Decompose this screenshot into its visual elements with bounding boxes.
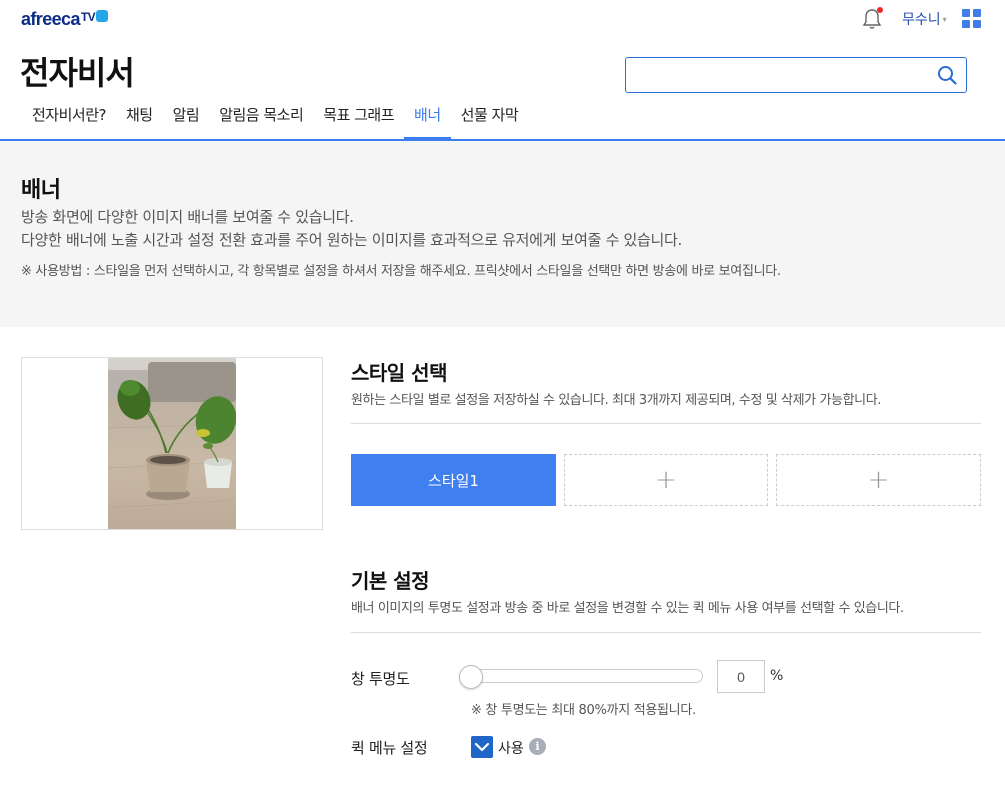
tv-badge-icon — [96, 9, 108, 22]
banner-preview-image — [108, 358, 236, 529]
opacity-value-input[interactable] — [717, 660, 765, 693]
tab-alert-voice[interactable]: 알림음 목소리 — [209, 100, 313, 140]
top-bar: afreeca TV 무수니 ▾ — [0, 0, 1005, 40]
logo-tv-text: TV — [80, 9, 96, 24]
basic-section-title: 기본 설정 — [351, 569, 430, 593]
notification-bell-icon[interactable] — [862, 7, 883, 30]
tab-goal-graph[interactable]: 목표 그래프 — [313, 100, 404, 140]
basic-section-divider — [351, 632, 981, 633]
intro-desc-1: 방송 화면에 다양한 이미지 배너를 보여줄 수 있습니다. — [21, 208, 354, 226]
tab-banner[interactable]: 배너 — [404, 100, 451, 140]
app-grid-icon[interactable] — [962, 9, 981, 28]
intro-usage-note: ※ 사용방법 : 스타일을 먼저 선택하시고, 각 항목별로 설정을 하셔서 저… — [21, 264, 781, 279]
plus-icon: + — [655, 465, 677, 495]
page-title: 전자비서 — [20, 54, 135, 92]
quick-menu-use-label[interactable]: 사용 — [498, 738, 524, 758]
tab-chat[interactable]: 채팅 — [116, 100, 163, 140]
add-style-button-2[interactable]: + — [564, 454, 768, 506]
logo-text: afreeca — [21, 9, 80, 29]
tab-alert[interactable]: 알림 — [163, 100, 210, 140]
intro-panel: 배너 방송 화면에 다양한 이미지 배너를 보여줄 수 있습니다. 다양한 배너… — [0, 141, 1005, 327]
style-section-divider — [351, 423, 981, 424]
opacity-slider-handle[interactable] — [459, 665, 483, 689]
tab-bar: 전자비서란? 채팅 알림 알림음 목소리 목표 그래프 배너 선물 자막 — [22, 100, 528, 140]
opacity-unit: % — [770, 668, 784, 684]
add-style-button-3[interactable]: + — [776, 454, 981, 506]
search-box — [625, 57, 967, 93]
quick-menu-label: 퀵 메뉴 설정 — [351, 739, 428, 757]
banner-preview — [21, 357, 323, 530]
notification-dot — [877, 7, 883, 13]
user-name: 무수니 — [902, 12, 941, 28]
plus-icon: + — [867, 465, 890, 495]
afreecatv-logo[interactable]: afreeca TV — [21, 9, 108, 30]
quick-menu-checkbox[interactable] — [471, 736, 493, 758]
info-icon[interactable]: i — [529, 738, 546, 755]
search-input[interactable] — [634, 64, 929, 86]
opacity-hint: ※ 창 투명도는 최대 80%까지 적용됩니다. — [471, 703, 696, 718]
opacity-label: 창 투명도 — [351, 670, 410, 688]
style-1-button[interactable]: 스타일1 — [351, 454, 556, 506]
style-section-title: 스타일 선택 — [351, 361, 447, 385]
style-section-desc: 원하는 스타일 별로 설정을 저장하실 수 있습니다. 최대 3개까지 제공되며… — [351, 393, 881, 408]
intro-title: 배너 — [21, 178, 61, 203]
search-icon[interactable] — [937, 65, 957, 85]
tab-about[interactable]: 전자비서란? — [22, 100, 116, 140]
basic-section-desc: 배너 이미지의 투명도 설정과 방송 중 바로 설정을 변경할 수 있는 퀵 메… — [351, 601, 904, 616]
user-menu[interactable]: 무수니 ▾ — [902, 9, 947, 29]
check-icon — [474, 742, 490, 752]
intro-desc-2: 다양한 배너에 노출 시간과 설정 전환 효과를 주어 원하는 이미지를 효과적… — [21, 231, 683, 249]
tab-gift-caption[interactable]: 선물 자막 — [451, 100, 528, 140]
opacity-slider-track[interactable] — [459, 669, 703, 683]
chevron-down-icon: ▾ — [942, 15, 947, 24]
